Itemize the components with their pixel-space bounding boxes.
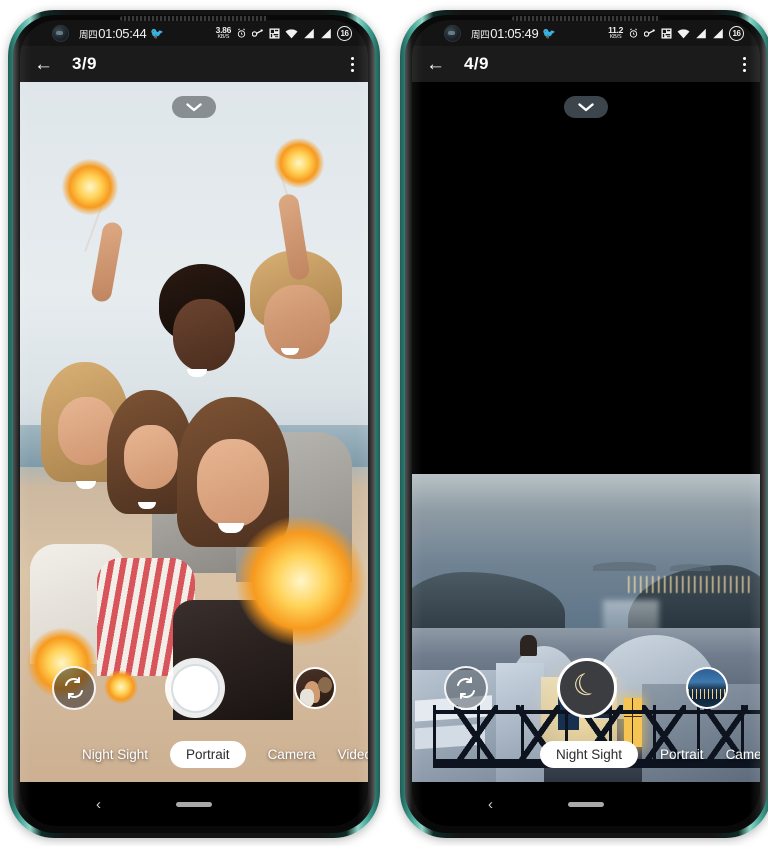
page-title-right: 4/9 [464, 54, 489, 73]
signal-bars-icon-1 [303, 28, 315, 39]
signal-bars-icon-2 [320, 28, 332, 39]
nfc-icon [661, 27, 672, 39]
front-camera-hole-icon [52, 24, 69, 42]
phone-screen-left: 周四 01:05:44 🐦 3.86 KB/S 16 ← 3/9 Night S… [20, 20, 368, 826]
gallery-thumbnail-left[interactable] [294, 667, 336, 709]
camera-viewfinder-left[interactable]: Night Sight Portrait Camera Video [20, 82, 368, 782]
nfc-icon [269, 27, 280, 39]
chevron-down-icon [186, 102, 202, 111]
screenshot-stage: 周四 01:05:44 🐦 3.86 KB/S 16 ← 3/9 Night S… [0, 0, 768, 846]
chevron-down-icon [578, 102, 594, 111]
phone-bezel-left: 周四 01:05:44 🐦 3.86 KB/S 16 ← 3/9 Night S… [13, 15, 375, 833]
vpn-key-icon [252, 28, 264, 38]
flip-camera-button[interactable] [52, 666, 96, 710]
expand-controls-pill-left[interactable] [172, 96, 216, 118]
camera-controls-right: ☾ [412, 658, 760, 718]
front-camera-hole-icon [444, 24, 461, 42]
system-back-icon[interactable]: ‹ [96, 796, 101, 813]
overflow-menu-icon[interactable] [743, 56, 746, 72]
flip-camera-icon [65, 677, 83, 699]
crescent-moon-icon: ☾ [568, 665, 604, 705]
mode-portrait[interactable]: Portrait [660, 747, 704, 762]
app-bar-left: ← 3/9 [20, 46, 368, 82]
flip-camera-button[interactable] [444, 666, 488, 710]
mode-camera[interactable]: Camera [726, 747, 760, 762]
shutter-button-right[interactable]: ☾ [557, 658, 617, 718]
mode-portrait[interactable]: Portrait [170, 741, 246, 768]
network-speed-indicator: 11.2 KB/S [608, 26, 623, 40]
back-arrow-icon[interactable]: ← [34, 55, 60, 74]
camera-viewfinder-right[interactable]: ☾ Night Sight Portrait Camera [412, 82, 760, 782]
bird-app-icon: 🐦 [150, 27, 165, 40]
status-icons-right: 11.2 KB/S 16 [608, 25, 744, 41]
mode-night-sight[interactable]: Night Sight [540, 741, 639, 768]
shutter-button-left[interactable] [165, 658, 225, 718]
page-title-left: 3/9 [72, 54, 97, 73]
expand-controls-pill-right[interactable] [564, 96, 608, 118]
home-pill-indicator[interactable] [176, 801, 212, 807]
network-speed-unit: KB/S [217, 33, 230, 40]
home-pill-indicator[interactable] [568, 801, 604, 807]
shutter-inner-circle [172, 665, 218, 711]
vpn-key-icon [644, 28, 656, 38]
status-bar-right: 周四 01:05:49 🐦 11.2 KB/S 16 [412, 20, 760, 46]
status-clock-right: 周四 01:05:49 [471, 25, 539, 41]
phone-screen-right: 周四 01:05:49 🐦 11.2 KB/S 16 ← 4/9 ☾ Night… [412, 20, 760, 826]
system-nav-bar-right: ‹ [412, 782, 760, 826]
network-speed-indicator: 3.86 KB/S [216, 26, 232, 40]
phone-device-left: 周四 01:05:44 🐦 3.86 KB/S 16 ← 3/9 Night S… [8, 10, 380, 838]
status-icons-left: 3.86 KB/S 16 [216, 25, 352, 41]
signal-bars-icon-2 [712, 28, 724, 39]
battery-status-badge: 16 [337, 25, 352, 41]
camera-mode-bar-right: Night Sight Portrait Camera [412, 741, 760, 768]
system-back-icon[interactable]: ‹ [488, 796, 493, 813]
phone-device-right: 周四 01:05:49 🐦 11.2 KB/S 16 ← 4/9 ☾ Night… [400, 10, 768, 838]
flip-camera-icon [457, 677, 475, 699]
status-weekday-label: 周四 [471, 29, 490, 41]
status-time-label: 01:05:44 [98, 25, 147, 41]
gallery-thumbnail-right[interactable] [686, 667, 728, 709]
network-speed-unit: KB/S [609, 33, 622, 40]
overflow-menu-icon[interactable] [351, 56, 354, 72]
mode-night-sight[interactable]: Night Sight [82, 747, 148, 762]
camera-mode-bar-left: Night Sight Portrait Camera Video [20, 741, 368, 768]
phone-bezel-right: 周四 01:05:49 🐦 11.2 KB/S 16 ← 4/9 ☾ Night… [405, 15, 767, 833]
wifi-icon [285, 28, 298, 39]
back-arrow-icon[interactable]: ← [426, 55, 452, 74]
earpiece-speaker-grille-left [120, 16, 268, 21]
signal-bars-icon-1 [695, 28, 707, 39]
bird-app-icon: 🐦 [542, 27, 557, 40]
status-weekday-label: 周四 [79, 29, 98, 41]
earpiece-speaker-grille-right [512, 16, 660, 21]
camera-controls-left [20, 658, 368, 718]
battery-status-badge: 16 [729, 25, 744, 41]
status-bar-left: 周四 01:05:44 🐦 3.86 KB/S 16 [20, 20, 368, 46]
system-nav-bar-left: ‹ [20, 782, 368, 826]
wifi-icon [677, 28, 690, 39]
alarm-clock-icon [628, 28, 639, 39]
alarm-clock-icon [236, 28, 247, 39]
status-time-label: 01:05:49 [490, 25, 539, 41]
status-clock-left: 周四 01:05:44 [79, 25, 147, 41]
mode-video[interactable]: Video [338, 747, 368, 762]
mode-camera[interactable]: Camera [268, 747, 316, 762]
app-bar-right: ← 4/9 [412, 46, 760, 82]
